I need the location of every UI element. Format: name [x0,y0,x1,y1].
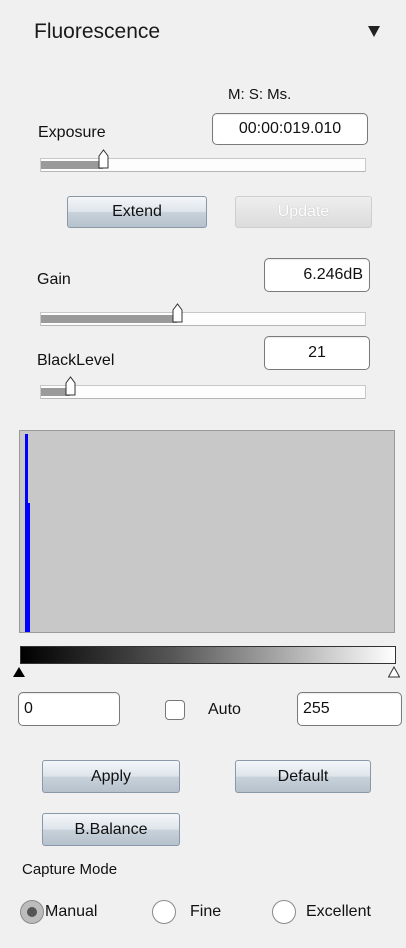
capture-mode-fine-radio[interactable] [152,900,176,924]
range-min-input[interactable]: 0 [18,692,120,726]
histogram-gradient-bar [20,646,396,664]
histogram-panel [19,430,395,633]
exposure-slider-fill [41,161,103,169]
auto-label: Auto [208,701,241,718]
range-min-marker-icon[interactable] [13,666,25,678]
gain-label: Gain [37,271,71,288]
exposure-time-format: M: S: Ms. [228,86,292,103]
capture-mode-excellent-label: Excellent [306,903,371,920]
gain-slider[interactable] [40,303,366,326]
capture-mode-manual-label: Manual [45,903,98,920]
blacklevel-slider-base [41,398,365,399]
extend-button[interactable]: Extend [67,196,207,228]
collapse-arrow-icon[interactable] [368,26,380,37]
exposure-input[interactable]: 00:00:019.010 [212,113,368,145]
blacklevel-label: BlackLevel [37,352,115,369]
blacklevel-input[interactable]: 21 [264,336,370,370]
gain-slider-fill [41,315,177,323]
capture-mode-label: Capture Mode [22,861,118,878]
range-max-marker-icon[interactable] [388,666,400,678]
capture-mode-fine-label: Fine [190,903,222,920]
range-max-input[interactable]: 255 [297,692,402,726]
update-button[interactable]: Update [235,196,372,228]
exposure-slider[interactable] [40,149,366,172]
blacklevel-slider-thumb[interactable] [65,376,76,396]
b-balance-button[interactable]: B.Balance [42,813,180,846]
apply-button[interactable]: Apply [42,760,180,793]
capture-mode-excellent-radio[interactable] [272,900,296,924]
exposure-slider-base [41,171,365,172]
exposure-label: Exposure [38,124,106,141]
panel-title: Fluorescence [34,20,161,43]
gain-slider-thumb[interactable] [172,303,183,323]
gain-input[interactable]: 6.246dB [264,258,370,292]
histogram-bar [28,503,30,632]
gain-slider-base [41,325,365,326]
auto-checkbox[interactable] [165,700,185,720]
blacklevel-slider[interactable] [40,376,366,399]
exposure-slider-thumb[interactable] [98,149,109,169]
capture-mode-manual-radio[interactable] [20,900,44,924]
default-button[interactable]: Default [235,760,371,793]
